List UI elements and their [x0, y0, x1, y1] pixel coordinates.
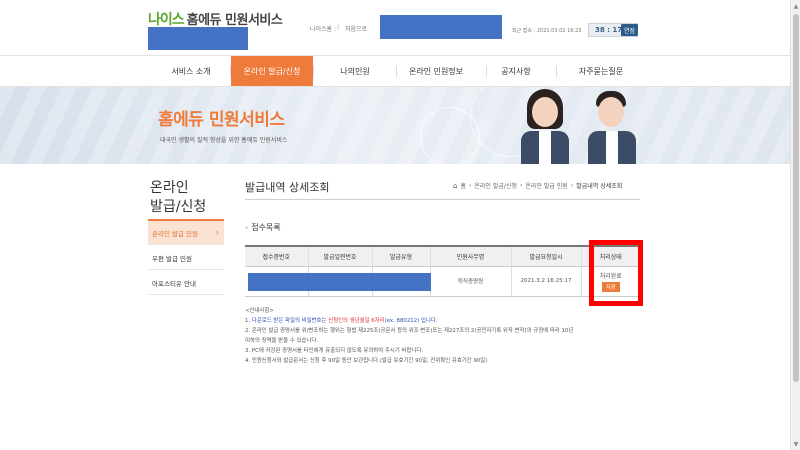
scroll-down-arrow-icon[interactable]: ▼: [791, 438, 800, 450]
nav-my-requests[interactable]: 나의민원: [330, 56, 380, 86]
scroll-up-arrow-icon[interactable]: ▲: [791, 0, 800, 12]
sidebar-item-label: 온라인 발급 민원: [152, 229, 198, 238]
notice-line-1: 1. 다운로드 받은 파일의 비밀번호는 신청인의 생년월일 6자리(ex. 8…: [245, 318, 438, 324]
neis-home-link[interactable]: 나이스홈 :: [310, 24, 336, 33]
title-divider: [245, 199, 640, 200]
banner-subtitle: 대국민 생활의 질적 향상을 위한 홈에듀 민원서비스: [160, 137, 288, 144]
header-divider: |: [337, 24, 340, 31]
site-header: 나이스 홈에듀 민원서비스 나이스홈 : | 처음으로 최근 접속 : 2021…: [0, 0, 790, 55]
sidebar-item-mail-issue[interactable]: 우편 발급 민원: [148, 246, 224, 270]
notice-highlight-end: (ex. 880212) 입니다.: [384, 318, 438, 324]
extend-session-button[interactable]: 연장: [621, 24, 638, 36]
breadcrumb-item[interactable]: 온라인 발급/신청: [474, 181, 517, 190]
notice-line-2: 2. 온라인 발급 증명서를 위/변조하는 행위는 형법 제225조(공문서 등…: [245, 328, 574, 334]
breadcrumb-separator: ›: [519, 182, 523, 189]
main-nav: 서비스 소개 온라인 발급/신청 나의민원 온라인 민원정보 공지사항 자주묻는…: [0, 55, 790, 87]
nav-online-issue[interactable]: 온라인 발급/신청: [231, 56, 313, 86]
last-login-time: 최근 접속 : 2021.03.02 16:23: [512, 28, 582, 34]
nav-divider: [556, 66, 557, 77]
sidebar-item-online-issue[interactable]: 온라인 발급 민원 ›: [148, 221, 224, 245]
banner-decoration: [420, 107, 480, 164]
column-header: 발급유형: [372, 246, 431, 267]
banner-title: 홈에듀 민원서비스: [158, 110, 285, 130]
neis-logo-text: 나이스: [148, 12, 185, 28]
breadcrumb-separator: ›: [468, 182, 472, 189]
nav-divider: [486, 66, 487, 77]
breadcrumb-item[interactable]: 온라인 발급 민원: [525, 181, 567, 190]
notice-line-2b: 이하의 징역을 받을 수 있습니다.: [245, 338, 319, 344]
student-girl-image: [515, 87, 575, 164]
home-link[interactable]: 처음으로: [345, 24, 367, 33]
breadcrumb-current: 발급내역 상세조회: [576, 183, 623, 190]
sidebar-title: 온라인 발급/신청: [150, 179, 206, 217]
hero-banner: 홈에듀 민원서비스 대국민 생활의 질적 향상을 위한 홈에듀 민원서비스: [0, 87, 790, 164]
scroll-thumb[interactable]: [793, 14, 799, 382]
notice-section: <안내사항> 1. 다운로드 받은 파일의 비밀번호는 신청인의 생년월일 6자…: [245, 306, 645, 366]
column-header: 발급일련번호: [308, 246, 373, 267]
site-logo[interactable]: 나이스 홈에듀 민원서비스: [148, 9, 283, 29]
home-icon[interactable]: ⌂: [453, 182, 457, 190]
chevron-right-icon: ›: [245, 223, 249, 232]
breadcrumb-item[interactable]: 홈: [460, 181, 466, 190]
sidebar-item-label: 아포스티유 안내: [152, 279, 196, 288]
breadcrumb: ⌂ 홈 › 온라인 발급/신청 › 온라인 발급 민원 › 발급내역 상세조회: [453, 181, 623, 191]
sidebar-item-label: 우편 발급 민원: [152, 254, 193, 263]
redacted-user-info: [380, 15, 502, 39]
sidebar-title-line1: 온라인: [150, 180, 189, 196]
column-header: 접수증번호: [245, 246, 309, 267]
notice-emphasis: 신청인의 생년월일 6자리: [328, 318, 385, 324]
notice-line-3: 3. PC에 저장된 증명서를 타인에게 유출되지 않도록 유의하여 주시기 바…: [245, 348, 424, 354]
nav-faq[interactable]: 자주묻는질문: [565, 56, 637, 86]
section-title-text: 접수목록: [251, 223, 281, 232]
nav-notices[interactable]: 공지사항: [490, 56, 542, 86]
document-name-cell: 퇴직증명원: [430, 266, 512, 297]
highlight-box: [589, 240, 643, 306]
service-name: 홈에듀 민원서비스: [186, 13, 283, 28]
vertical-scrollbar[interactable]: ▲ ▼: [790, 0, 800, 450]
notice-highlight: 다운로드 받은 파일의 비밀번호는: [251, 318, 329, 324]
nav-online-info[interactable]: 온라인 민원정보: [398, 56, 474, 86]
section-title: › 접수목록: [245, 222, 281, 233]
banner-pattern: [0, 87, 790, 164]
timer-value: 38 : 17: [595, 26, 623, 34]
redacted-block: [148, 27, 248, 50]
notice-line-4: 4. 민원신청서와 발급문서는 신청 후 90일 동안 보관됩니다.(발급 유효…: [245, 358, 488, 364]
redacted-row-data: [248, 273, 431, 291]
chevron-right-icon: ›: [215, 228, 219, 237]
breadcrumb-separator: ›: [570, 182, 574, 189]
nav-service-intro[interactable]: 서비스 소개: [160, 56, 222, 86]
student-boy-image: [580, 87, 640, 164]
column-header: 민원사무명: [430, 246, 512, 267]
table-header-row: 접수증번호 발급일련번호 발급유형 민원사무명 발급요청일시 처리상태: [245, 246, 640, 267]
column-header: 발급요청일시: [511, 246, 582, 267]
sidebar-item-apostille[interactable]: 아포스티유 안내: [148, 271, 224, 295]
sidebar-title-line2: 발급/신청: [150, 199, 207, 215]
nav-divider: [396, 66, 397, 77]
nav-divider: [313, 66, 314, 77]
request-datetime-cell: 2021.3.2 16:25:17: [511, 266, 582, 297]
page-title: 발급내역 상세조회: [245, 181, 330, 194]
notice-heading: <안내사항>: [245, 308, 274, 314]
